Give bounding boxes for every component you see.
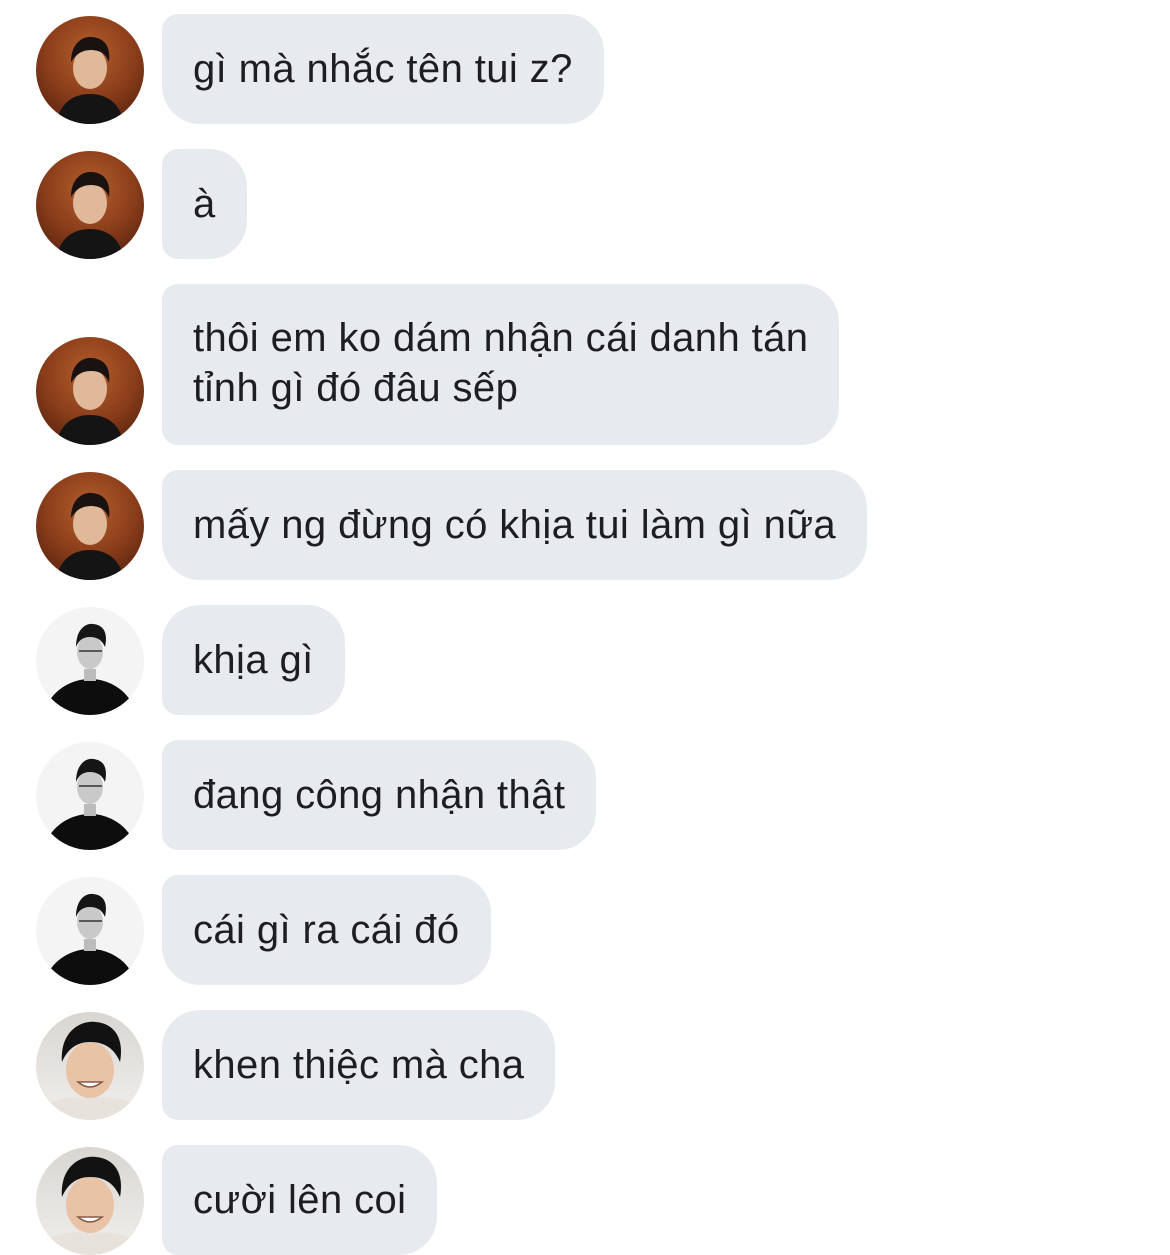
avatar-brown-portrait-icon <box>36 151 144 259</box>
message-text: mấy ng đừng có khịa tui làm gì nữa <box>193 503 837 547</box>
avatar-bw-portrait-icon <box>36 877 144 985</box>
avatar[interactable] <box>36 472 144 580</box>
message-bubble[interactable]: mấy ng đừng có khịa tui làm gì nữa <box>162 470 868 580</box>
avatar-smiling-portrait-icon <box>36 1147 144 1255</box>
message-text: cười lên coi <box>193 1178 407 1222</box>
message-text: khịa gì <box>193 638 314 682</box>
message-text: thôi em ko dám nhận cái danh tán tỉnh gì… <box>193 316 809 410</box>
avatar[interactable] <box>36 1012 144 1120</box>
message-bubble[interactable]: cười lên coi <box>162 1145 438 1255</box>
avatar[interactable] <box>36 1147 144 1255</box>
avatar-smiling-portrait-icon <box>36 1012 144 1120</box>
message-text: đang công nhận thật <box>193 773 566 817</box>
message-bubble[interactable]: khịa gì <box>162 605 345 715</box>
avatar[interactable] <box>36 742 144 850</box>
message-bubble[interactable]: gì mà nhắc tên tui z? <box>162 14 604 124</box>
message-bubble[interactable]: khen thiệc mà cha <box>162 1010 556 1120</box>
avatar-bw-portrait-icon <box>36 607 144 715</box>
message-text: gì mà nhắc tên tui z? <box>193 47 573 91</box>
avatar[interactable] <box>36 607 144 715</box>
avatar[interactable] <box>36 151 144 259</box>
avatar-brown-portrait-icon <box>36 16 144 124</box>
avatar[interactable] <box>36 337 144 445</box>
avatar-brown-portrait-icon <box>36 337 144 445</box>
avatar[interactable] <box>36 16 144 124</box>
message-bubble[interactable]: à <box>162 149 247 259</box>
message-bubble[interactable]: cái gì ra cái đó <box>162 875 491 985</box>
message-bubble[interactable]: đang công nhận thật <box>162 740 597 850</box>
avatar[interactable] <box>36 877 144 985</box>
message-text: cái gì ra cái đó <box>193 908 460 952</box>
message-text: à <box>193 182 216 226</box>
avatar-brown-portrait-icon <box>36 472 144 580</box>
message-text: khen thiệc mà cha <box>193 1043 525 1087</box>
message-bubble[interactable]: thôi em ko dám nhận cái danh tán tỉnh gì… <box>162 284 840 445</box>
avatar-bw-portrait-icon <box>36 742 144 850</box>
